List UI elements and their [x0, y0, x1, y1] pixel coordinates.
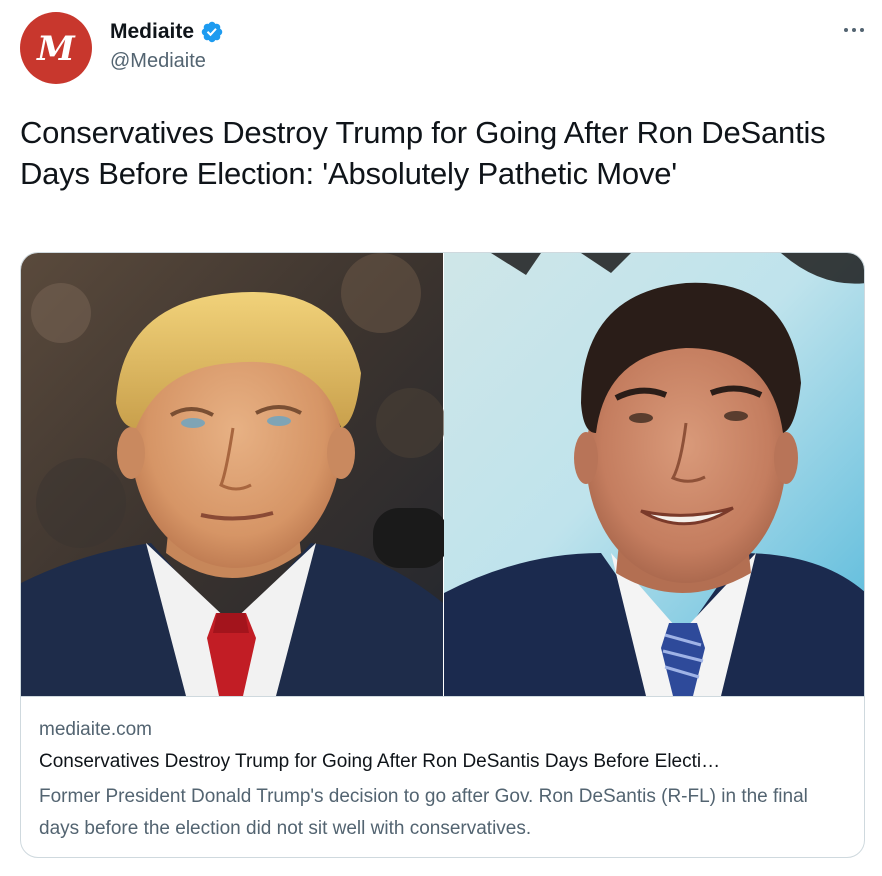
more-options-icon[interactable]: [840, 22, 868, 38]
display-name[interactable]: Mediaite: [110, 20, 194, 44]
tweet: M Mediaite @Mediaite Conservatives Destr…: [0, 0, 882, 876]
card-description: Former President Donald Trump's decision…: [39, 786, 808, 839]
card-photo-composite: [21, 253, 864, 696]
card-title: Conservatives Destroy Trump for Going Af…: [39, 751, 721, 772]
display-name-row[interactable]: Mediaite: [110, 18, 224, 46]
verified-badge-icon: [201, 21, 223, 43]
avatar[interactable]: M: [20, 12, 92, 84]
tweet-text: Conservatives Destroy Trump for Going Af…: [20, 115, 826, 191]
avatar-logo-letter: M: [37, 29, 75, 69]
card-image[interactable]: [21, 253, 864, 696]
link-card[interactable]: mediaite.com Conservatives Destroy Trump…: [20, 252, 865, 858]
card-body[interactable]: mediaite.com Conservatives Destroy Trump…: [21, 696, 864, 857]
handle[interactable]: @Mediaite: [110, 50, 206, 73]
card-domain: mediaite.com: [39, 719, 152, 740]
